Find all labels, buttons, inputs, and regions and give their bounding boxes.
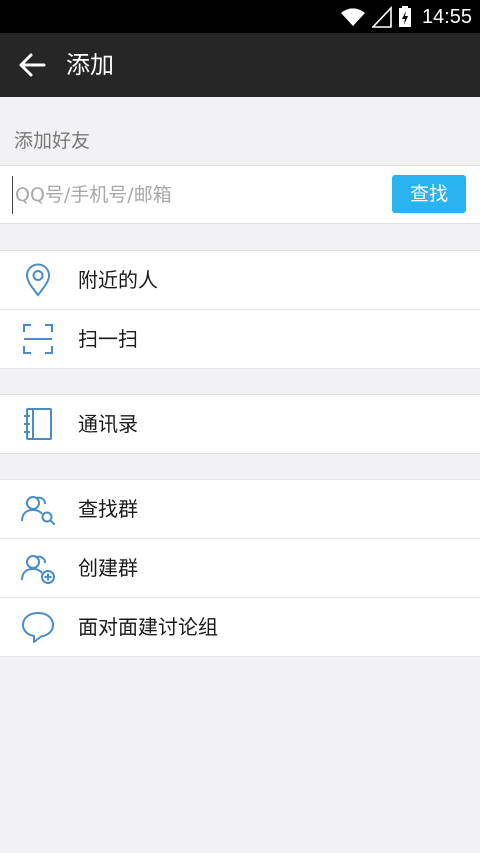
- group-search-icon: [21, 496, 55, 525]
- menu-item-label: 附近的人: [78, 268, 158, 292]
- menu-group-contacts: 通讯录: [0, 394, 480, 454]
- group-add-icon: [21, 555, 55, 584]
- menu-item-label: 扫一扫: [78, 327, 138, 351]
- menu-item-label: 查找群: [78, 497, 138, 521]
- search-row: 查找: [0, 165, 480, 224]
- contacts-book-icon: [24, 408, 52, 440]
- battery-icon: [398, 6, 411, 27]
- menu-group-groups: 查找群 创建群 面对面建讨论组: [0, 479, 480, 657]
- menu-item-find-group[interactable]: 查找群: [0, 480, 480, 538]
- app-bar: 添加: [0, 33, 480, 97]
- status-time: 14:55: [421, 6, 472, 28]
- signal-icon: [371, 6, 392, 28]
- search-input[interactable]: [12, 176, 377, 214]
- menu-item-face-to-face-group[interactable]: 面对面建讨论组: [0, 597, 480, 656]
- chat-bubble-icon: [22, 612, 54, 643]
- menu-item-scan[interactable]: 扫一扫: [0, 309, 480, 368]
- status-icons: 14:55: [340, 4, 472, 30]
- back-button[interactable]: [16, 49, 52, 81]
- back-arrow-icon: [19, 53, 46, 77]
- menu-group-discover: 附近的人 扫一扫: [0, 250, 480, 369]
- menu-item-contacts[interactable]: 通讯录: [0, 395, 480, 453]
- menu-item-label: 面对面建讨论组: [78, 615, 218, 639]
- page-title: 添加: [66, 51, 114, 79]
- add-friend-section-label: 添加好友: [14, 130, 91, 152]
- status-bar: 14:55: [0, 0, 480, 33]
- wifi-icon: [340, 8, 365, 26]
- menu-item-create-group[interactable]: 创建群: [0, 538, 480, 597]
- scan-icon: [23, 324, 53, 354]
- find-button[interactable]: 查找: [392, 175, 466, 213]
- menu-item-label: 通讯录: [78, 412, 138, 436]
- menu-item-label: 创建群: [78, 556, 138, 580]
- location-pin-icon: [25, 263, 51, 297]
- menu-item-nearby-people[interactable]: 附近的人: [0, 251, 480, 309]
